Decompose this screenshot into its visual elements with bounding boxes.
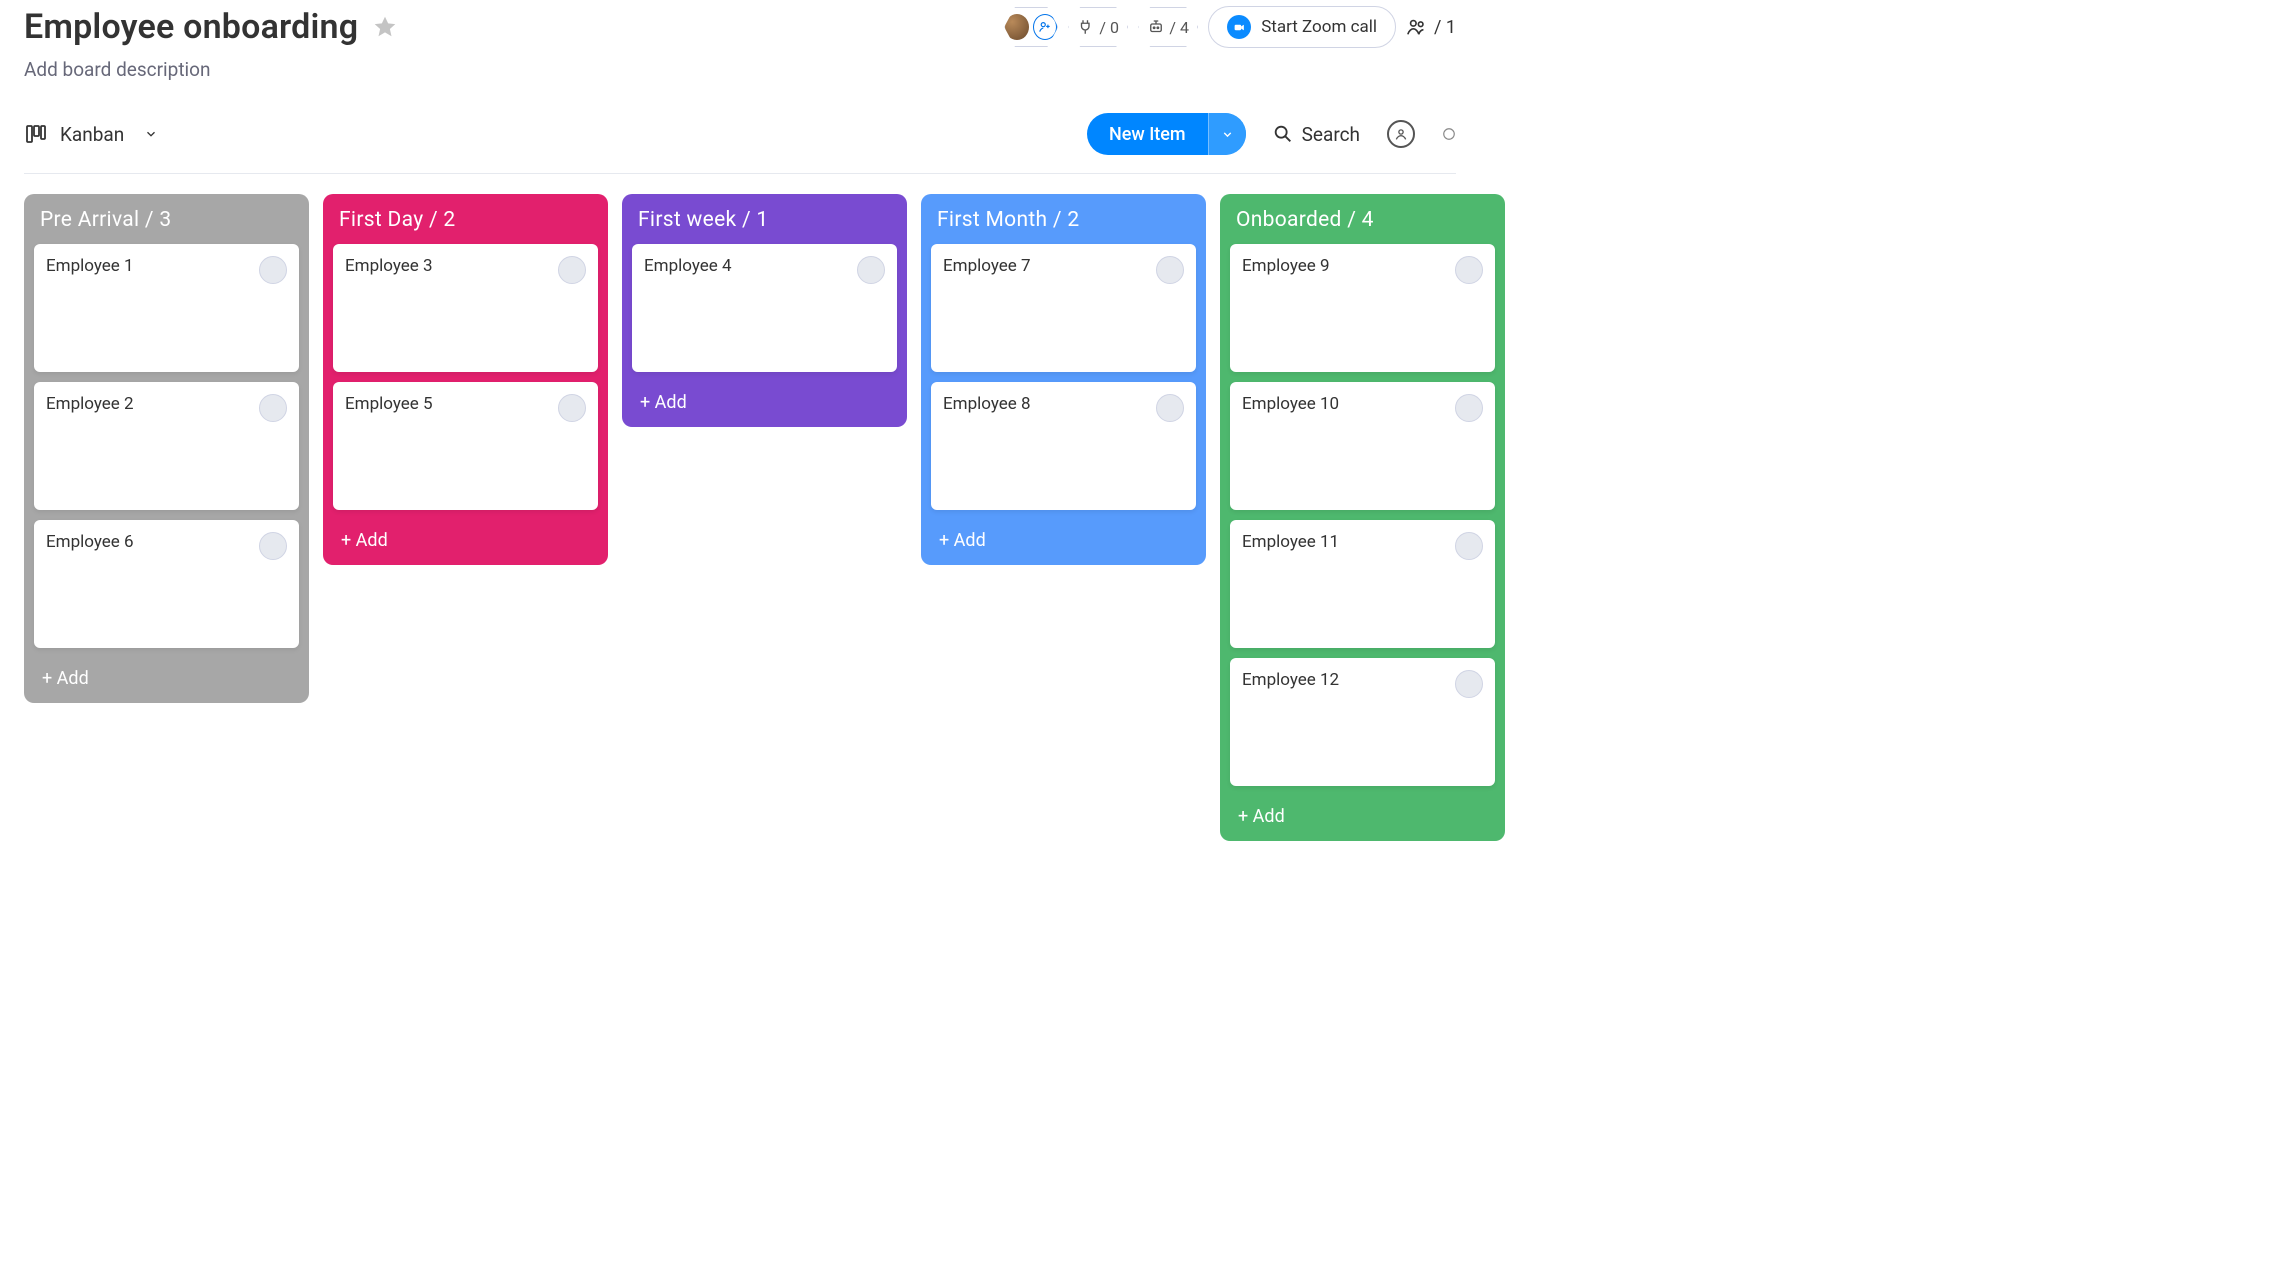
favorite-star-icon[interactable] xyxy=(372,14,398,40)
chevron-down-icon xyxy=(144,127,158,141)
kanban-board: Pre Arrival / 3 Employee 1 Employee 2 Emplo… xyxy=(24,194,1456,841)
add-card-button[interactable]: + Add xyxy=(931,520,1196,557)
card-title: Employee 1 xyxy=(46,256,134,276)
add-card-button[interactable]: + Add xyxy=(1230,796,1495,833)
assignee-avatar[interactable] xyxy=(1455,394,1483,422)
add-card-button[interactable]: + Add xyxy=(632,382,897,419)
kanban-column: First week / 1 Employee 4 + Add xyxy=(622,194,907,427)
card-title: Employee 11 xyxy=(1242,532,1339,552)
card-title: Employee 12 xyxy=(1242,670,1339,690)
new-item-dropdown[interactable] xyxy=(1208,113,1246,155)
start-zoom-button[interactable]: Start Zoom call xyxy=(1208,6,1396,48)
kanban-card[interactable]: Employee 12 xyxy=(1230,658,1495,786)
zoom-icon xyxy=(1227,15,1251,39)
kanban-icon xyxy=(24,122,48,146)
search-icon xyxy=(1272,123,1294,145)
card-title: Employee 4 xyxy=(644,256,732,276)
kanban-column: First Month / 2 Employee 7 Employee 8 + Add xyxy=(921,194,1206,565)
add-card-button[interactable]: + Add xyxy=(34,658,299,695)
automations-chip[interactable]: / 4 xyxy=(1138,7,1198,47)
kanban-column: Onboarded / 4 Employee 9 Employee 10 Employ… xyxy=(1220,194,1505,841)
column-header[interactable]: First Month / 2 xyxy=(931,206,1196,244)
card-title: Employee 2 xyxy=(46,394,134,414)
kanban-card[interactable]: Employee 2 xyxy=(34,382,299,510)
people-icon xyxy=(1406,16,1428,38)
integrations-count: / 0 xyxy=(1099,18,1119,37)
assignee-avatar[interactable] xyxy=(1156,256,1184,284)
kanban-card[interactable]: Employee 11 xyxy=(1230,520,1495,648)
column-header[interactable]: Onboarded / 4 xyxy=(1230,206,1495,244)
more-toolbar-button[interactable] xyxy=(1442,113,1456,155)
add-member-icon xyxy=(1033,14,1057,40)
kanban-card[interactable]: Employee 5 xyxy=(333,382,598,510)
integrations-chip[interactable]: / 0 xyxy=(1068,7,1128,47)
automations-count: / 4 xyxy=(1169,18,1189,37)
assignee-avatar[interactable] xyxy=(857,256,885,284)
new-item-button[interactable]: New Item xyxy=(1087,113,1246,155)
assignee-avatar[interactable] xyxy=(1455,256,1483,284)
person-filter-button[interactable] xyxy=(1386,113,1416,155)
board-description[interactable]: Add board description xyxy=(24,58,1456,81)
card-title: Employee 8 xyxy=(943,394,1031,414)
kanban-card[interactable]: Employee 6 xyxy=(34,520,299,648)
assignee-avatar[interactable] xyxy=(558,394,586,422)
invite-chip[interactable]: / 1 xyxy=(1406,16,1456,38)
board-title: Employee onboarding xyxy=(24,7,358,47)
assignee-avatar[interactable] xyxy=(558,256,586,284)
kanban-card[interactable]: Employee 7 xyxy=(931,244,1196,372)
board-members-chip[interactable] xyxy=(1004,7,1058,47)
search-label: Search xyxy=(1302,123,1360,146)
kanban-card[interactable]: Employee 4 xyxy=(632,244,897,372)
assignee-avatar[interactable] xyxy=(1156,394,1184,422)
assignee-avatar[interactable] xyxy=(259,394,287,422)
view-switcher[interactable]: Kanban xyxy=(24,122,158,146)
column-header[interactable]: First Day / 2 xyxy=(333,206,598,244)
card-title: Employee 6 xyxy=(46,532,134,552)
view-label: Kanban xyxy=(60,123,124,146)
person-icon xyxy=(1387,120,1415,148)
assignee-avatar[interactable] xyxy=(1455,532,1483,560)
zoom-label: Start Zoom call xyxy=(1261,17,1377,37)
kanban-column: First Day / 2 Employee 3 Employee 5 + Add xyxy=(323,194,608,565)
card-title: Employee 10 xyxy=(1242,394,1339,414)
column-header[interactable]: Pre Arrival / 3 xyxy=(34,206,299,244)
kanban-card[interactable]: Employee 1 xyxy=(34,244,299,372)
plug-icon xyxy=(1077,18,1095,36)
invite-count: / 1 xyxy=(1434,17,1456,38)
kanban-card[interactable]: Employee 9 xyxy=(1230,244,1495,372)
card-title: Employee 3 xyxy=(345,256,433,276)
card-title: Employee 5 xyxy=(345,394,433,414)
search-button[interactable]: Search xyxy=(1272,123,1360,146)
assignee-avatar[interactable] xyxy=(259,532,287,560)
assignee-avatar[interactable] xyxy=(259,256,287,284)
avatar-icon xyxy=(1005,14,1029,40)
kanban-card[interactable]: Employee 10 xyxy=(1230,382,1495,510)
card-title: Employee 9 xyxy=(1242,256,1330,276)
kanban-column: Pre Arrival / 3 Employee 1 Employee 2 Emplo… xyxy=(24,194,309,703)
kanban-card[interactable]: Employee 8 xyxy=(931,382,1196,510)
column-header[interactable]: First week / 1 xyxy=(632,206,897,244)
new-item-label: New Item xyxy=(1087,124,1208,145)
card-title: Employee 7 xyxy=(943,256,1031,276)
assignee-avatar[interactable] xyxy=(1455,670,1483,698)
robot-icon xyxy=(1147,18,1165,36)
add-card-button[interactable]: + Add xyxy=(333,520,598,557)
kanban-card[interactable]: Employee 3 xyxy=(333,244,598,372)
